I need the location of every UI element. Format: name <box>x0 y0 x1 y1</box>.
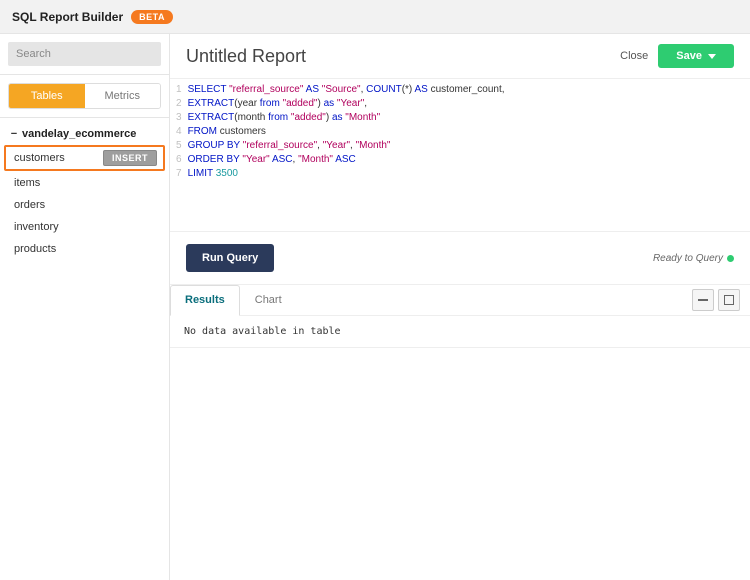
beta-badge: BETA <box>131 10 173 24</box>
maximize-button[interactable] <box>718 289 740 311</box>
sidebar-tabs: Tables Metrics <box>0 75 169 118</box>
table-item-items[interactable]: items <box>0 172 169 194</box>
tab-chart[interactable]: Chart <box>240 285 297 315</box>
run-query-button[interactable]: Run Query <box>186 244 274 272</box>
table-item-products[interactable]: products <box>0 238 169 260</box>
content-area: Untitled Report Close Save 1234567 SELEC… <box>170 34 750 580</box>
app-header: SQL Report Builder BETA <box>0 0 750 34</box>
save-label: Save <box>676 50 702 62</box>
sql-editor[interactable]: 1234567 SELECT "referral_source" AS "Sou… <box>170 79 750 232</box>
status-text: Ready to Query <box>653 253 723 264</box>
table-item-customers[interactable]: customers INSERT <box>4 145 165 171</box>
status-dot-icon <box>727 255 734 262</box>
minimize-button[interactable] <box>692 289 714 311</box>
run-bar: Run Query Ready to Query <box>170 232 750 285</box>
tab-results[interactable]: Results <box>170 285 240 316</box>
minimize-icon <box>698 299 708 301</box>
line-gutter: 1234567 <box>170 83 188 181</box>
header-actions: Close Save <box>620 44 734 68</box>
no-data-message: No data available in table <box>170 316 750 348</box>
sidebar: Tables Metrics − vandelay_ecommerce cust… <box>0 34 170 580</box>
close-link[interactable]: Close <box>620 50 648 62</box>
report-title[interactable]: Untitled Report <box>186 46 306 67</box>
table-item-orders[interactable]: orders <box>0 194 169 216</box>
search-input[interactable] <box>8 42 161 66</box>
result-tabs: Results Chart <box>170 285 297 315</box>
tab-metrics[interactable]: Metrics <box>85 84 161 108</box>
maximize-icon <box>724 295 734 305</box>
table-item-inventory[interactable]: inventory <box>0 216 169 238</box>
collapse-icon: − <box>8 128 20 140</box>
tab-tables[interactable]: Tables <box>9 84 85 108</box>
save-button[interactable]: Save <box>658 44 734 68</box>
table-label: customers <box>14 152 65 164</box>
search-wrap <box>0 34 169 75</box>
db-header[interactable]: − vandelay_ecommerce <box>0 124 169 144</box>
db-tree: − vandelay_ecommerce customers INSERT it… <box>0 118 169 266</box>
result-tabs-row: Results Chart <box>170 285 750 316</box>
code-lines: SELECT "referral_source" AS "Source", CO… <box>188 83 505 181</box>
db-name: vandelay_ecommerce <box>22 128 136 140</box>
chevron-down-icon <box>708 54 716 59</box>
insert-button[interactable]: INSERT <box>103 150 157 166</box>
tab-pills: Tables Metrics <box>8 83 161 109</box>
app-title: SQL Report Builder <box>12 10 123 24</box>
result-tools <box>692 289 740 311</box>
main-layout: Tables Metrics − vandelay_ecommerce cust… <box>0 34 750 580</box>
content-header: Untitled Report Close Save <box>170 34 750 79</box>
query-status: Ready to Query <box>653 253 734 264</box>
code-area: 1234567 SELECT "referral_source" AS "Sou… <box>170 79 750 231</box>
